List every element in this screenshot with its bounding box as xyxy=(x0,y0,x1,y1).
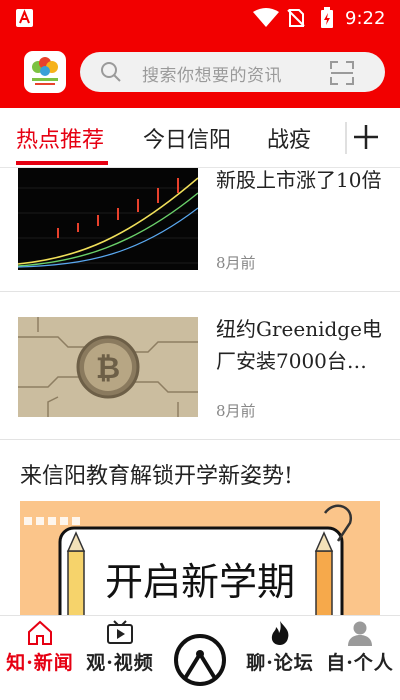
person-icon xyxy=(348,621,372,646)
news-title: 新股上市涨了10倍 xyxy=(216,168,382,192)
news-thumbnail xyxy=(18,168,198,270)
home-icon xyxy=(28,620,52,645)
nav-video[interactable]: 观·视频 xyxy=(80,616,160,700)
status-bar: 9:22 xyxy=(0,0,400,36)
no-sim-icon xyxy=(287,9,305,27)
nav-news-label: 知·新闻 xyxy=(6,652,74,674)
news-feed: 新股上市涨了10倍 8月前 ₿ 纽约Greenidge电厂安装7000台矿机 8… xyxy=(0,168,400,615)
app-notification-icon xyxy=(16,9,33,27)
news-item[interactable]: ₿ 纽约Greenidge电厂安装7000台矿机 8月前 xyxy=(0,292,400,440)
wifi-icon xyxy=(253,8,279,27)
bottom-nav: 知·新闻 观·视频 聊·论坛 自·个人 xyxy=(0,615,400,700)
search-input[interactable]: 搜索你想要的资讯 xyxy=(80,52,385,92)
search-icon xyxy=(101,62,121,82)
nav-profile-label: 自·个人 xyxy=(326,652,394,674)
article-banner[interactable]: 开启新学期 xyxy=(20,501,380,615)
nav-profile[interactable]: 自·个人 xyxy=(320,616,400,700)
tab-hot[interactable]: 热点推荐 xyxy=(16,122,104,154)
news-item[interactable]: 新股上市涨了10倍 8月前 xyxy=(0,168,400,292)
live-broadcast-icon[interactable] xyxy=(168,628,232,692)
app-logo[interactable] xyxy=(24,51,66,93)
tab-xinyang-today[interactable]: 今日信阳 xyxy=(143,122,231,154)
status-time: 9:22 xyxy=(345,8,386,29)
logo-emblem-icon xyxy=(32,57,58,85)
banner-text: 开启新学期 xyxy=(104,560,295,604)
news-time: 8月前 xyxy=(216,402,256,420)
add-channel-icon[interactable] xyxy=(353,124,379,150)
nav-video-label: 观·视频 xyxy=(86,652,154,674)
news-time: 8月前 xyxy=(216,254,256,272)
svg-text:₿: ₿ xyxy=(96,351,120,386)
active-tab-indicator xyxy=(16,161,108,165)
category-tabs: 热点推荐 今日信阳 战疫 xyxy=(0,108,400,168)
nav-forum[interactable]: 聊·论坛 xyxy=(240,616,320,700)
news-thumbnail: ₿ xyxy=(18,317,198,417)
tab-fight-epidemic[interactable]: 战疫 xyxy=(267,122,311,154)
search-header: 搜索你想要的资讯 xyxy=(0,36,400,108)
scan-icon[interactable] xyxy=(330,61,354,85)
nav-news[interactable]: 知·新闻 xyxy=(0,616,80,700)
nav-forum-label: 聊·论坛 xyxy=(246,652,314,674)
flame-icon xyxy=(271,621,289,645)
news-title: 纽约Greenidge电厂安装7000台矿机 xyxy=(216,317,382,373)
article-title[interactable]: 来信阳教育解锁开学新姿势! xyxy=(20,458,293,490)
tab-divider xyxy=(345,122,347,154)
battery-icon xyxy=(321,7,333,28)
search-placeholder: 搜索你想要的资讯 xyxy=(142,66,282,86)
video-icon xyxy=(107,620,133,644)
